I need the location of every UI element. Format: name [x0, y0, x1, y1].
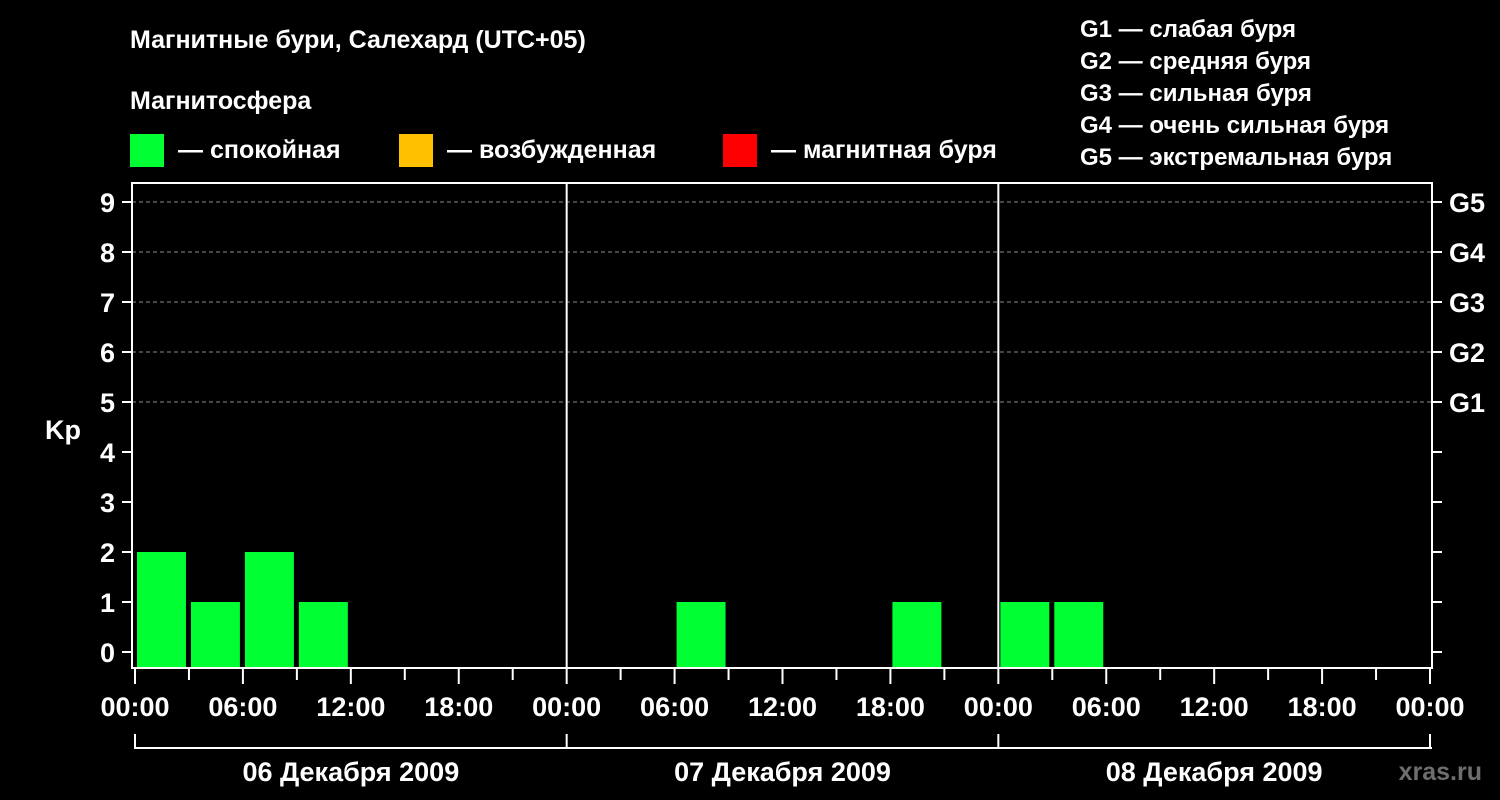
- x-axis: 00:00 06:00 12:00 18:00 00:00 06:00 12:00 18:00…: [100, 668, 1465, 722]
- legend-title: Магнитосфера: [130, 87, 312, 115]
- y-axis: 0 1 2 3 4 5 6 7 8 9: [100, 188, 132, 668]
- kp-bar: [1000, 602, 1050, 667]
- legend-label: — магнитная буря: [771, 136, 997, 164]
- storm-level-label: G2: [1449, 338, 1485, 368]
- legend-swatch: [399, 134, 433, 167]
- y-tick-label: 2: [100, 538, 115, 568]
- x-tick-label: 12:00: [316, 692, 385, 722]
- storm-level-item: G1 — слабая буря: [1080, 16, 1296, 43]
- x-tick-label: 18:00: [856, 692, 925, 722]
- day-label: 08 Декабря 2009: [1106, 757, 1323, 787]
- day-label: 07 Декабря 2009: [674, 757, 891, 787]
- y-axis-label: Kp: [45, 415, 81, 445]
- kp-bar: [1054, 602, 1104, 667]
- storm-level-item: G4 — очень сильная буря: [1080, 112, 1389, 139]
- watermark: xras.ru: [1399, 758, 1482, 786]
- day-label: 06 Декабря 2009: [242, 757, 459, 787]
- day-axis: 06 Декабря 2009 07 Декабря 2009 08 Декабря…: [134, 734, 1432, 787]
- kp-bar: [190, 602, 240, 667]
- x-tick-label: 00:00: [1395, 692, 1464, 722]
- storm-level-legend: G1 — слабая буря G2 — средняя буря G3 — си…: [1080, 16, 1392, 171]
- x-tick-label: 00:00: [100, 692, 169, 722]
- y-tick-label: 0: [100, 638, 115, 668]
- kp-bar: [137, 552, 186, 667]
- plot-frame: [131, 182, 1433, 669]
- x-tick-label: 12:00: [748, 692, 817, 722]
- kp-bar: [244, 552, 294, 667]
- kp-bar: [892, 602, 942, 667]
- storm-level-axis: G1 G2 G3 G4 G5: [1432, 188, 1485, 653]
- y-tick-label: 1: [100, 588, 115, 618]
- y-tick-label: 7: [100, 288, 115, 318]
- legend-label: — возбужденная: [447, 136, 656, 164]
- day-dividers: [565, 183, 1000, 668]
- storm-level-item: G5 — экстремальная буря: [1080, 144, 1392, 171]
- bars: [137, 552, 1104, 667]
- legend: — спокойная — возбужденная — магнитная бур…: [130, 134, 997, 167]
- grid-lines: [132, 201, 1432, 403]
- x-tick-label: 06:00: [208, 692, 277, 722]
- y-tick-label: 3: [100, 488, 115, 518]
- x-tick-label: 18:00: [424, 692, 493, 722]
- x-tick-label: 06:00: [1072, 692, 1141, 722]
- storm-level-item: G3 — сильная буря: [1080, 80, 1312, 107]
- legend-swatch: [723, 134, 757, 167]
- kp-chart: Магнитные бури, Салехард (UTC+05) Магнит…: [45, 16, 1485, 787]
- y-tick-label: 5: [100, 388, 115, 418]
- storm-level-label: G5: [1449, 188, 1485, 218]
- y-tick-label: 4: [100, 438, 115, 468]
- x-tick-label: 06:00: [640, 692, 709, 722]
- y-tick-label: 9: [100, 188, 115, 218]
- kp-bar: [676, 602, 726, 667]
- x-tick-label: 00:00: [532, 692, 601, 722]
- x-tick-label: 12:00: [1180, 692, 1249, 722]
- x-tick-label: 18:00: [1288, 692, 1357, 722]
- storm-level-label: G1: [1449, 388, 1485, 418]
- storm-level-item: G2 — средняя буря: [1080, 48, 1311, 75]
- x-tick-label: 00:00: [964, 692, 1033, 722]
- chart-title: Магнитные бури, Салехард (UTC+05): [130, 26, 586, 54]
- y-tick-label: 6: [100, 338, 115, 368]
- y-tick-label: 8: [100, 238, 115, 268]
- legend-swatch: [130, 134, 164, 167]
- legend-label: — спокойная: [178, 136, 341, 164]
- storm-level-label: G3: [1449, 288, 1485, 318]
- storm-level-label: G4: [1449, 238, 1485, 268]
- kp-bar: [298, 602, 348, 667]
